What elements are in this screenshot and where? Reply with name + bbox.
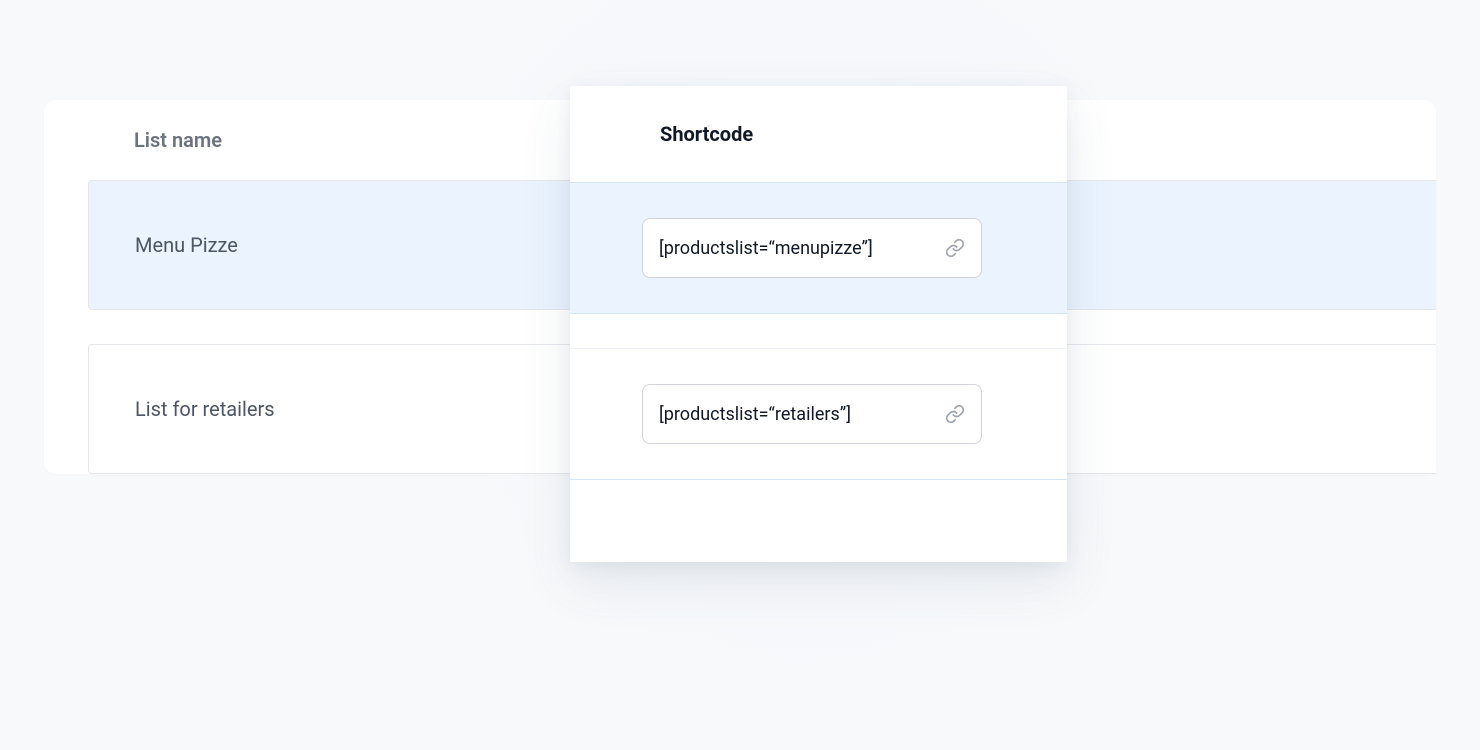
popup-separator	[570, 314, 1067, 348]
popup-row: [productslist=“menupizze”]	[570, 182, 1067, 314]
link-icon[interactable]	[945, 404, 965, 424]
list-name-value: List for retailers	[135, 397, 610, 421]
link-icon[interactable]	[945, 238, 965, 258]
column-header-listname: List name	[134, 128, 609, 152]
popup-header: Shortcode	[570, 86, 1067, 182]
list-name-value: Menu Pizze	[135, 233, 610, 257]
column-header-shortcode: Shortcode	[660, 122, 1027, 146]
shortcode-field[interactable]: [productslist=“menupizze”]	[642, 218, 982, 278]
popup-row: [productslist=“retailers”]	[570, 348, 1067, 480]
shortcode-field[interactable]: [productslist=“retailers”]	[642, 384, 982, 444]
shortcode-value: [productslist=“retailers”]	[659, 404, 937, 425]
shortcode-popup: Shortcode [productslist=“menupizze”] [pr…	[570, 86, 1067, 562]
shortcode-value: [productslist=“menupizze”]	[659, 238, 937, 259]
